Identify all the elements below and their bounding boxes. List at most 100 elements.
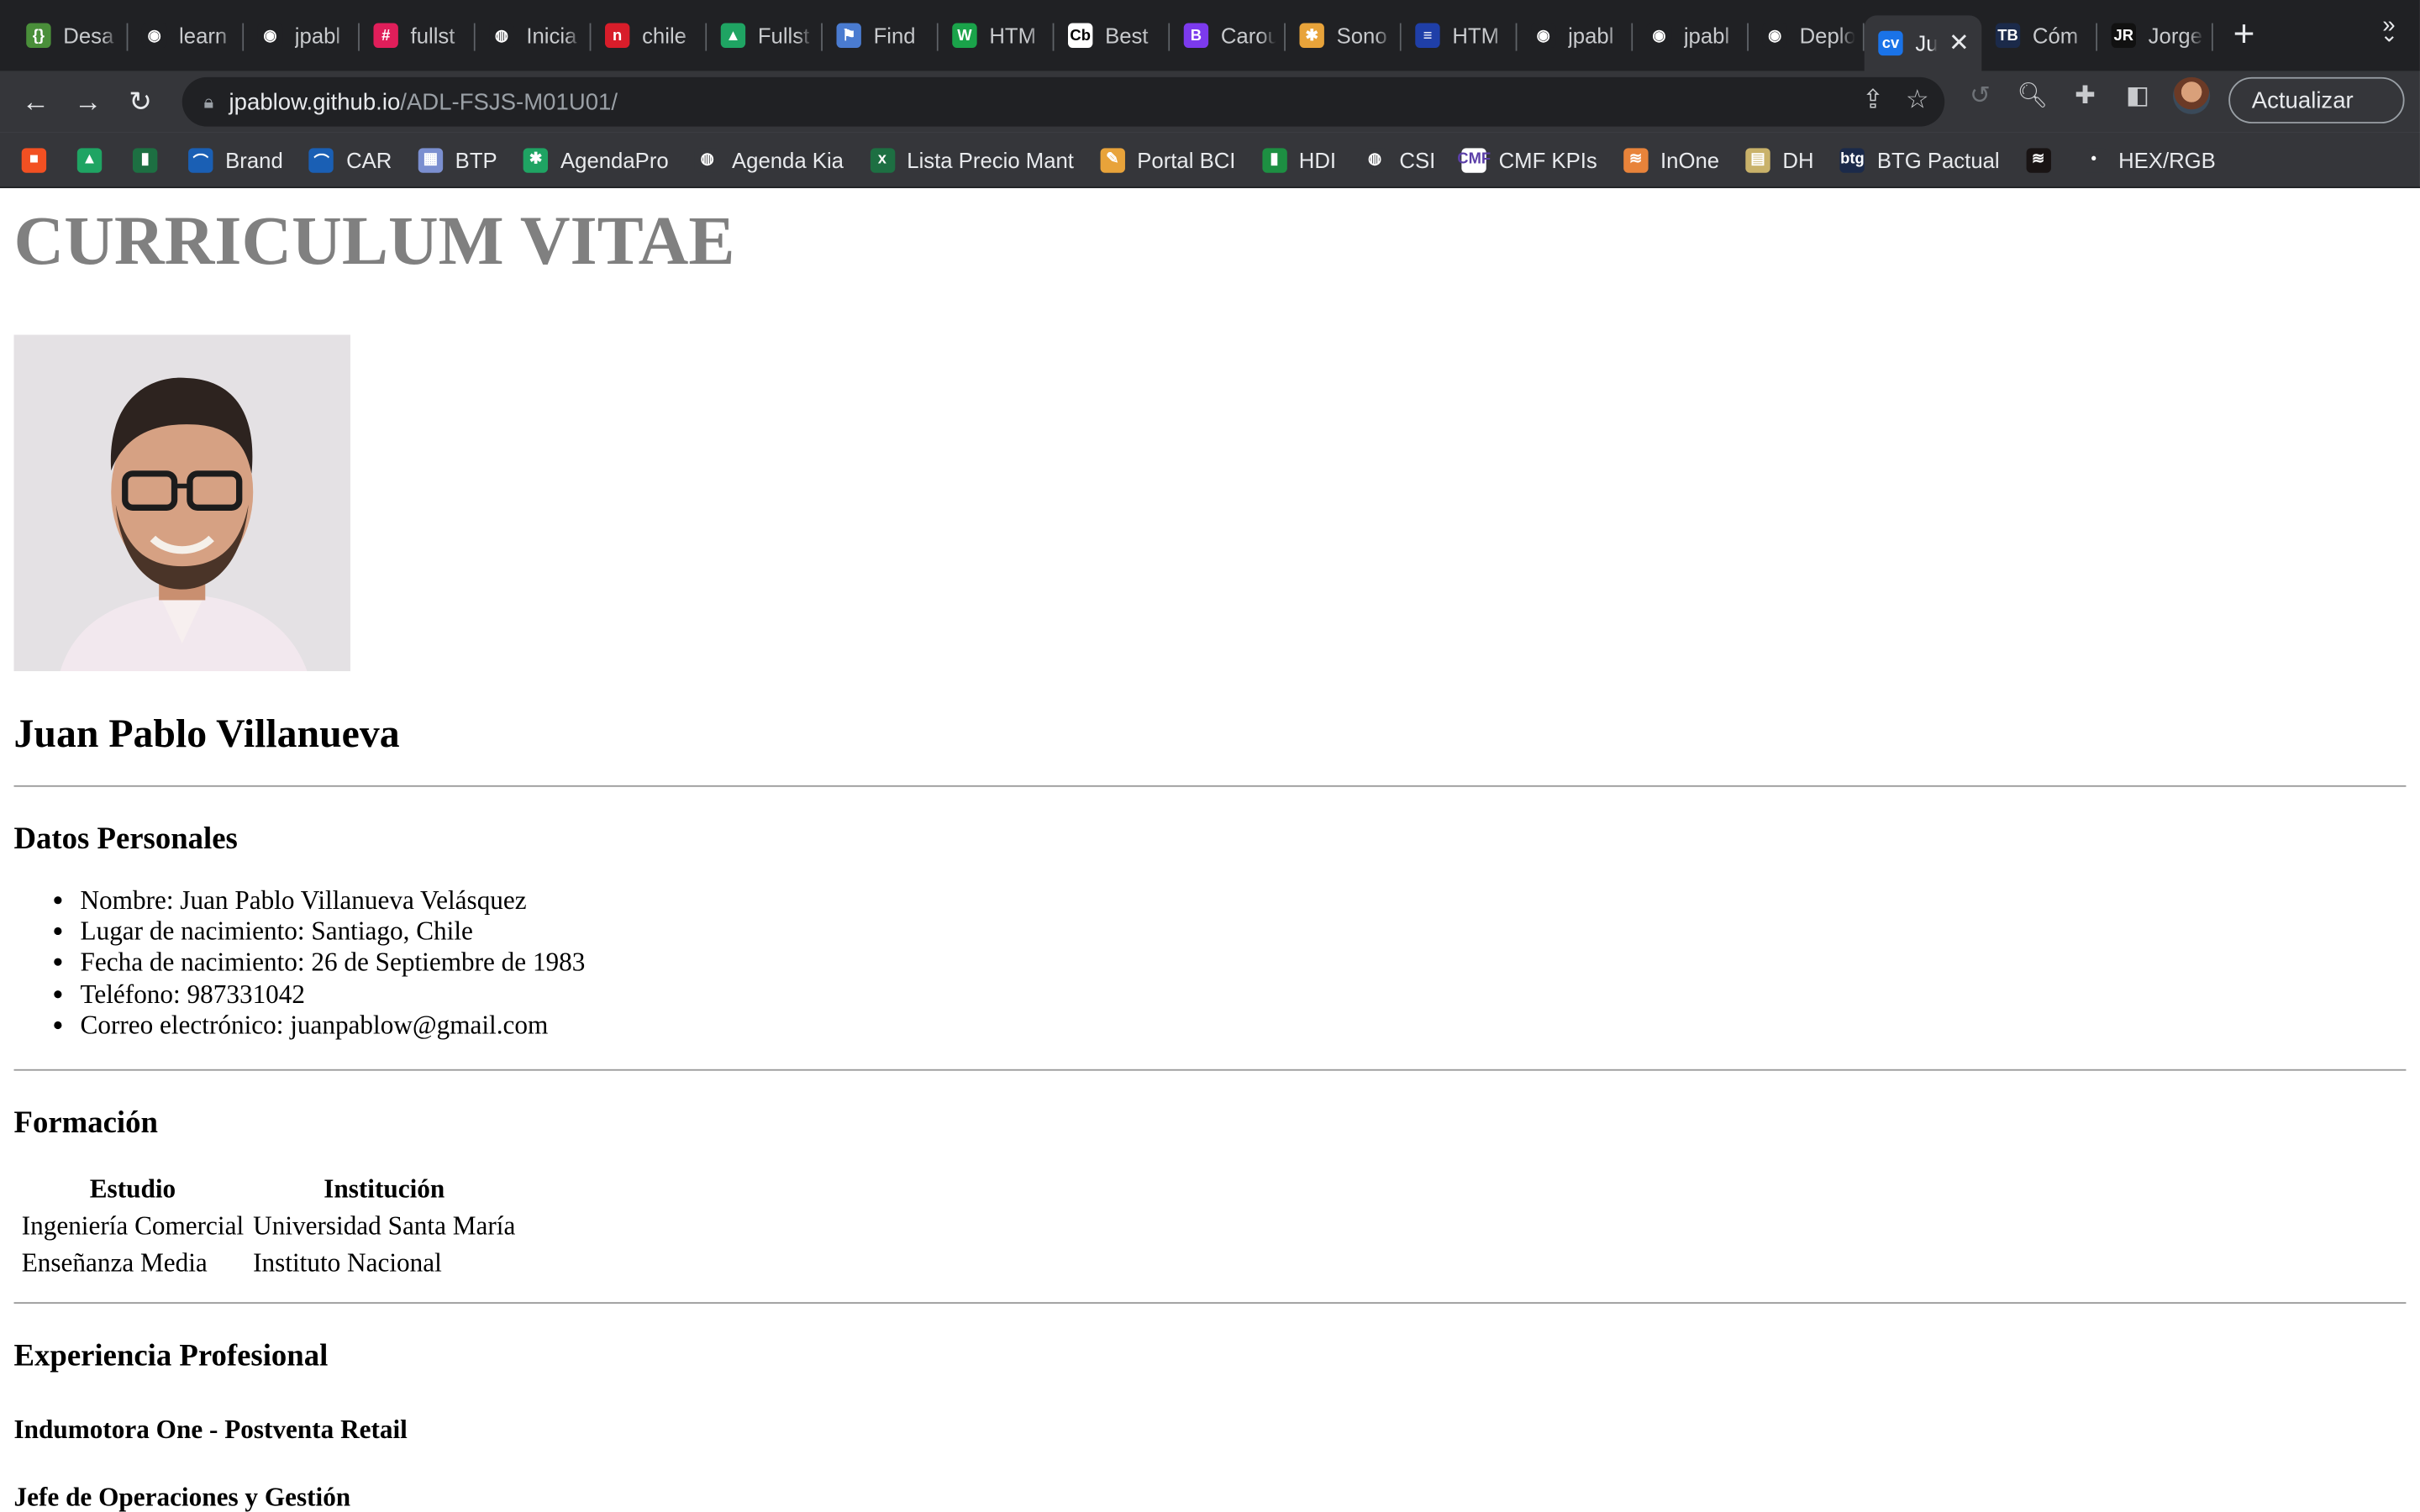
reload-icon[interactable]: ↻ bbox=[114, 76, 166, 128]
divider bbox=[13, 785, 2407, 787]
bookmark-item[interactable]: ✱ AgendaPro bbox=[523, 147, 669, 172]
bookmark-item[interactable]: ◍ CSI bbox=[1362, 147, 1435, 172]
table-row: Ingeniería Comercial Universidad Santa M… bbox=[18, 1210, 518, 1243]
tab-separator bbox=[2211, 23, 2213, 51]
browser-tab[interactable]: # fullst bbox=[360, 6, 476, 65]
lock-icon[interactable]: 🔒︎ bbox=[203, 90, 213, 113]
bookmark-item[interactable]: ▤ DH bbox=[1745, 147, 1814, 172]
bookmark-item[interactable]: ▲ bbox=[76, 147, 114, 172]
bookmark-favicon-icon: btg bbox=[1839, 147, 1865, 172]
browser-tab[interactable]: W HTM bbox=[939, 6, 1055, 65]
tab-favicon-icon: ◉ bbox=[1762, 23, 1787, 48]
portrait-image bbox=[13, 334, 350, 671]
bookmark-favicon-icon: ⌒ bbox=[309, 147, 334, 172]
tab-close-icon[interactable]: ✕ bbox=[1949, 28, 1970, 59]
bookmark-label: CMF KPIs bbox=[1498, 147, 1597, 172]
divider bbox=[13, 1302, 2407, 1305]
personal-item-email: Correo electrónico: juanpablow@gmail.com bbox=[81, 1011, 2407, 1042]
bookmark-item[interactable]: ≋ InOne bbox=[1623, 147, 1719, 172]
bookmark-item[interactable]: ⌒ Brand bbox=[188, 147, 283, 172]
browser-tab[interactable]: ◉ jpabl bbox=[244, 6, 360, 65]
tab-title: jpabl bbox=[1683, 23, 1730, 48]
bookmarks-overflow-chevron-icon[interactable]: » bbox=[2382, 13, 2395, 39]
bookmark-favicon-icon: ▲ bbox=[76, 147, 103, 172]
profile-avatar-icon[interactable] bbox=[2173, 76, 2211, 114]
browser-tab[interactable]: JR Jorge bbox=[2097, 6, 2213, 65]
tab-favicon-icon: ≡ bbox=[1415, 23, 1440, 48]
table-cell: Universidad Santa María bbox=[253, 1210, 516, 1241]
bookmark-item[interactable]: • HEX/RGB bbox=[2081, 147, 2216, 172]
tab-favicon-icon: # bbox=[373, 23, 398, 48]
browser-tab[interactable]: cv Ju ✕ bbox=[1864, 15, 1982, 71]
bookmark-favicon-icon: ◍ bbox=[694, 147, 720, 172]
bookmark-label: CAR bbox=[346, 147, 392, 172]
browser-tab[interactable]: ◉ jpabl bbox=[1633, 6, 1749, 65]
tab-title: Find bbox=[873, 23, 916, 48]
tab-title: HTM bbox=[1452, 23, 1500, 48]
bookmark-label: BTG Pactual bbox=[1876, 147, 2000, 172]
browser-tab[interactable]: ✱ Sono bbox=[1286, 6, 1402, 65]
browser-tab[interactable]: ◉ jpabl bbox=[1517, 6, 1634, 65]
bookmark-item[interactable]: ■ bbox=[21, 147, 59, 172]
bookmark-favicon-icon: ▮ bbox=[1261, 147, 1287, 172]
bookmark-item[interactable]: x Lista Precio Mant bbox=[870, 147, 1074, 172]
browser-tab[interactable]: ▲ Fullst bbox=[707, 6, 823, 65]
tab-title: HTM bbox=[989, 23, 1037, 48]
extensions-puzzle-icon[interactable]: ✚ bbox=[2068, 79, 2102, 113]
bookmark-star-icon[interactable]: ☆ bbox=[1906, 85, 1929, 116]
tab-favicon-icon: ✱ bbox=[1299, 23, 1324, 48]
bookmark-item[interactable]: ✎ Portal BCI bbox=[1100, 147, 1236, 172]
side-panel-icon[interactable]: ◧ bbox=[2121, 79, 2154, 113]
bookmark-item[interactable]: ▮ bbox=[132, 147, 170, 172]
bookmark-label: Portal BCI bbox=[1137, 147, 1236, 172]
bookmark-favicon-icon: ≋ bbox=[1623, 147, 1649, 172]
browser-tab[interactable]: ◍ Inicia bbox=[476, 6, 592, 65]
browser-tab[interactable]: Cb Best bbox=[1054, 6, 1171, 65]
bookmark-favicon-icon: ▦ bbox=[418, 147, 443, 172]
browser-tab[interactable]: ◉ learn bbox=[128, 6, 245, 65]
bookmark-item[interactable]: ◍ Agenda Kia bbox=[694, 147, 844, 172]
browser-tab[interactable]: ◉ Deplo bbox=[1749, 6, 1865, 65]
back-arrow-icon[interactable]: ← bbox=[9, 76, 61, 128]
bookmark-label: Lista Precio Mant bbox=[907, 147, 1074, 172]
new-tab-plus-icon[interactable]: + bbox=[2213, 6, 2275, 65]
browser-tab[interactable]: ⚑ Find bbox=[823, 6, 939, 65]
update-button[interactable]: Actualizar bbox=[2228, 76, 2405, 123]
address-bar[interactable]: 🔒︎ jpablow.github.io/ADL-FSJS-M01U01/ ⇪ … bbox=[182, 76, 1945, 127]
history-icon[interactable]: ↺ bbox=[1963, 79, 1996, 113]
browser-tab[interactable]: ≡ HTM bbox=[1402, 6, 1518, 65]
bookmark-favicon-icon: ▮ bbox=[132, 147, 158, 172]
personal-item-phone: Teléfono: 987331042 bbox=[81, 979, 2407, 1011]
share-icon[interactable]: ⇪ bbox=[1862, 85, 1884, 116]
bookmark-item[interactable]: ▦ BTP bbox=[418, 147, 497, 172]
personal-item-name: Nombre: Juan Pablo Villanueva Velásquez bbox=[81, 885, 2407, 916]
bookmark-item[interactable]: ≋ bbox=[2025, 147, 2063, 172]
bookmark-item[interactable]: btg BTG Pactual bbox=[1839, 147, 2000, 172]
experience-role: Jefe de Operaciones y Gestión bbox=[13, 1483, 351, 1512]
bookmark-label: DH bbox=[1782, 147, 1814, 172]
education-heading: Formación bbox=[13, 1105, 158, 1141]
bookmark-favicon-icon: ⌒ bbox=[188, 147, 213, 172]
tab-title: Deplo bbox=[1799, 23, 1855, 48]
bookmark-item[interactable]: ▮ HDI bbox=[1261, 147, 1336, 172]
browser-tab[interactable]: B Carou bbox=[1170, 6, 1286, 65]
bookmark-item[interactable]: CMF CMF KPIs bbox=[1457, 147, 1597, 172]
bookmark-label: AgendaPro bbox=[560, 147, 669, 172]
personal-heading: Datos Personales bbox=[13, 822, 238, 857]
bookmark-favicon-icon: CMF bbox=[1457, 147, 1491, 172]
forward-arrow-icon[interactable]: → bbox=[61, 76, 113, 128]
tab-title: Fullst bbox=[757, 23, 810, 48]
url-text[interactable]: jpablow.github.io/ADL-FSJS-M01U01/ bbox=[229, 89, 618, 115]
bookmark-label: Brand bbox=[225, 147, 283, 172]
tab-favicon-icon: Cb bbox=[1067, 23, 1093, 48]
browser-tab[interactable]: n chile bbox=[591, 6, 708, 65]
tab-favicon-icon: W bbox=[952, 23, 977, 48]
search-extension-icon[interactable]: 🔍︎ bbox=[2016, 79, 2049, 113]
experience-heading: Experiencia Profesional bbox=[13, 1339, 329, 1373]
browser-tab[interactable]: TB Cóm bbox=[1981, 6, 2098, 65]
cv-name: Juan Pablo Villanueva bbox=[13, 711, 400, 756]
browser-tab[interactable]: {} Desa bbox=[13, 6, 129, 65]
url-host: jpablow.github.io bbox=[229, 88, 401, 115]
bookmark-item[interactable]: ⌒ CAR bbox=[309, 147, 392, 172]
bookmark-label: HEX/RGB bbox=[2118, 147, 2216, 172]
